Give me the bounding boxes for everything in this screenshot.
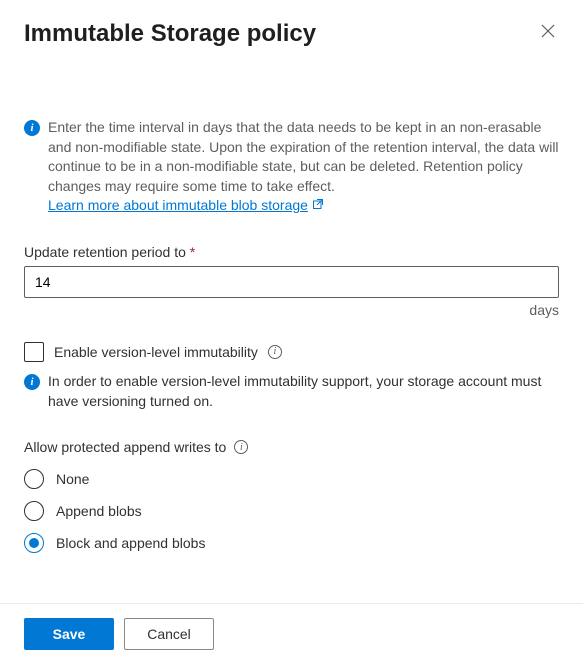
- append-writes-label: Allow protected append writes to: [24, 439, 226, 455]
- radio-label: Append blobs: [56, 503, 142, 519]
- external-link-icon: [312, 196, 324, 216]
- info-icon: i: [24, 374, 40, 390]
- retention-input[interactable]: [24, 266, 559, 298]
- learn-more-link[interactable]: Learn more about immutable blob storage: [48, 196, 324, 216]
- radio-option-append-blobs[interactable]: Append blobs: [24, 501, 559, 521]
- retention-unit: days: [24, 302, 559, 318]
- cancel-button[interactable]: Cancel: [124, 618, 214, 650]
- close-icon: [541, 25, 555, 42]
- version-level-info-icon[interactable]: i: [268, 345, 282, 359]
- close-button[interactable]: [537, 20, 559, 47]
- radio-icon: [24, 501, 44, 521]
- version-level-note: In order to enable version-level immutab…: [48, 372, 559, 411]
- version-level-checkbox[interactable]: [24, 342, 44, 362]
- radio-option-none[interactable]: None: [24, 469, 559, 489]
- version-level-label: Enable version-level immutability: [54, 344, 258, 360]
- append-writes-info-icon[interactable]: i: [234, 440, 248, 454]
- info-text: Enter the time interval in days that the…: [48, 118, 559, 216]
- dialog-title: Immutable Storage policy: [24, 20, 316, 48]
- append-writes-radio-group: None Append blobs Block and append blobs: [24, 469, 559, 553]
- info-icon: i: [24, 120, 40, 136]
- radio-icon: [24, 533, 44, 553]
- radio-icon: [24, 469, 44, 489]
- save-button[interactable]: Save: [24, 618, 114, 650]
- radio-label: None: [56, 471, 89, 487]
- radio-label: Block and append blobs: [56, 535, 205, 551]
- retention-label: Update retention period to *: [24, 244, 559, 260]
- radio-option-block-and-append[interactable]: Block and append blobs: [24, 533, 559, 553]
